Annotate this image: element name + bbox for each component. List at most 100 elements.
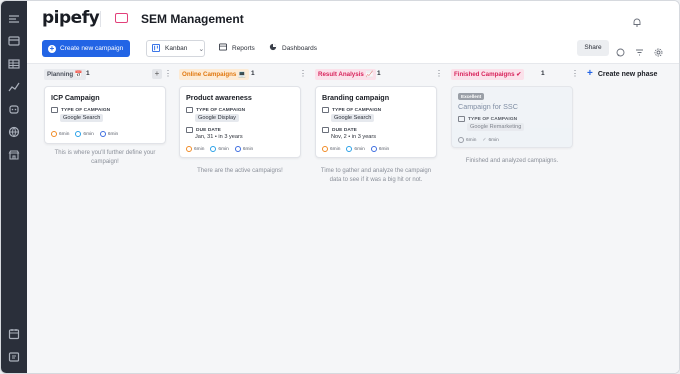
chart-icon[interactable] bbox=[8, 81, 20, 93]
card-branding-campaign[interactable]: Branding campaign TYPE OF CAMPAIGN Googl… bbox=[315, 86, 437, 158]
phase-description: There are the active campaigns! bbox=[197, 168, 283, 174]
more-vertical-icon[interactable]: ⋮ bbox=[299, 69, 307, 78]
clock-icon bbox=[458, 137, 464, 143]
plus-icon: + bbox=[48, 43, 56, 53]
clock-icon bbox=[75, 131, 82, 137]
card-campaign-for-ssc[interactable]: Excellent Campaign for SSC TYPE OF CAMPA… bbox=[451, 86, 573, 148]
phase-name[interactable]: Online Campaigns 💻 bbox=[179, 69, 249, 80]
store-icon[interactable] bbox=[8, 149, 20, 161]
kanban-icon bbox=[152, 43, 160, 54]
kanban-board: Planning 📅 1 + ⋮ ICP Campaign TYPE OF CA… bbox=[27, 63, 679, 373]
chat-icon[interactable] bbox=[616, 44, 625, 57]
calendar-icon bbox=[186, 127, 193, 133]
card-icp-campaign[interactable]: ICP Campaign TYPE OF CAMPAIGN Google Sea… bbox=[44, 86, 166, 144]
phase-count: 1 bbox=[251, 70, 255, 77]
timer: 6min bbox=[346, 146, 365, 152]
card-timers: 6min 6min 6min bbox=[51, 131, 118, 137]
clock-icon bbox=[234, 146, 241, 152]
table-icon[interactable] bbox=[8, 58, 20, 70]
plus-icon: + bbox=[587, 68, 593, 79]
menu-icon[interactable] bbox=[8, 13, 20, 25]
card-product-awareness[interactable]: Product awareness TYPE OF CAMPAIGN Googl… bbox=[179, 86, 301, 158]
pipe-icon bbox=[115, 13, 128, 23]
timer: 6min bbox=[75, 131, 94, 137]
settings-gear-icon[interactable] bbox=[654, 44, 663, 57]
globe-icon[interactable] bbox=[8, 126, 20, 138]
share-button[interactable]: Share bbox=[577, 40, 609, 56]
timer: 6min bbox=[322, 146, 340, 152]
phase-count: 1 bbox=[377, 70, 381, 77]
field-icon bbox=[186, 107, 193, 113]
phase-header: Planning 📅 1 + ⋮ bbox=[44, 68, 172, 82]
view-selector-label: Kanban bbox=[165, 45, 188, 52]
card-timers: 6min ✓ 6min bbox=[458, 137, 499, 143]
main-area: pipefy SEM Management + Create new campa… bbox=[27, 1, 679, 373]
phase-description: This is where you'll further define your… bbox=[54, 150, 156, 165]
dashboards-label: Dashboards bbox=[282, 44, 318, 52]
field-icon bbox=[51, 107, 58, 113]
field-chip: Google Search bbox=[60, 114, 104, 122]
clock-icon bbox=[322, 146, 328, 152]
phase-count: 1 bbox=[541, 70, 545, 77]
timer: 6min bbox=[210, 146, 229, 152]
more-vertical-icon[interactable]: ⋮ bbox=[435, 69, 443, 78]
pipefy-logo[interactable]: pipefy bbox=[42, 8, 100, 28]
card-title: Branding campaign bbox=[322, 93, 390, 102]
phase-name[interactable]: Result Analysis 📈 bbox=[315, 69, 377, 80]
phase-name[interactable]: Finished Campaigns ✔ bbox=[451, 69, 525, 80]
phase-header: Online Campaigns 💻 1 ⋮ bbox=[179, 68, 307, 82]
bell-icon[interactable] bbox=[632, 14, 642, 27]
status-badge: Excellent bbox=[458, 93, 485, 100]
field-chip: Google Search bbox=[331, 114, 375, 122]
timer: 6min bbox=[99, 131, 118, 137]
card-timers: 6min 6min 6min bbox=[186, 146, 253, 152]
calendar-icon[interactable] bbox=[8, 328, 20, 340]
help-icon[interactable] bbox=[8, 351, 20, 363]
due-date-label: DUE DATE bbox=[186, 127, 221, 133]
phase-count: 1 bbox=[86, 70, 90, 77]
divider bbox=[100, 11, 101, 27]
timer: ✓ 6min bbox=[482, 137, 499, 143]
page-title[interactable]: SEM Management bbox=[141, 12, 244, 26]
view-selector[interactable]: Kanban ⌄ bbox=[146, 40, 205, 57]
more-vertical-icon[interactable]: ⋮ bbox=[164, 69, 172, 78]
reports-link[interactable]: Reports bbox=[219, 43, 255, 53]
create-new-phase-button[interactable]: + Create new phase bbox=[587, 68, 658, 79]
filter-icon[interactable] bbox=[635, 44, 644, 56]
dashboards-link[interactable]: Dashboards bbox=[269, 43, 317, 53]
dashboards-icon bbox=[269, 43, 277, 53]
timer: 6min bbox=[370, 146, 389, 152]
create-campaign-button[interactable]: + Create new campaign bbox=[42, 40, 130, 57]
reports-icon bbox=[219, 43, 227, 53]
phase-description: Time to gather and analyze the campaign … bbox=[320, 168, 432, 183]
phase-finished-campaigns: Finished Campaigns ✔ 1 ⋮ Excellent Campa… bbox=[451, 64, 579, 373]
inbox-icon[interactable] bbox=[8, 35, 20, 47]
card-title: ICP Campaign bbox=[51, 93, 100, 102]
phase-header: Finished Campaigns ✔ 1 ⋮ bbox=[451, 68, 579, 82]
clock-icon bbox=[186, 146, 192, 152]
field-icon bbox=[322, 107, 329, 113]
header: pipefy SEM Management bbox=[27, 1, 679, 37]
phase-planning: Planning 📅 1 + ⋮ ICP Campaign TYPE OF CA… bbox=[44, 64, 172, 373]
create-new-phase-label: Create new phase bbox=[597, 70, 658, 78]
add-card-button[interactable]: + bbox=[152, 69, 162, 79]
timer: 6min bbox=[234, 146, 253, 152]
reports-label: Reports bbox=[232, 44, 255, 52]
card-title: Campaign for SSC bbox=[458, 102, 518, 111]
phase-online-campaigns: Online Campaigns 💻 1 ⋮ Product awareness… bbox=[179, 64, 307, 373]
due-date-value: Nov, 2 • in 3 years bbox=[331, 134, 377, 140]
phase-name[interactable]: Planning 📅 bbox=[44, 69, 86, 80]
clock-icon bbox=[370, 146, 377, 152]
more-vertical-icon[interactable]: ⋮ bbox=[571, 69, 579, 78]
field-label: TYPE OF CAMPAIGN bbox=[322, 107, 381, 113]
clock-icon bbox=[210, 146, 217, 152]
field-label: TYPE OF CAMPAIGN bbox=[186, 107, 245, 113]
calendar-icon bbox=[322, 127, 329, 133]
check-icon: ✓ bbox=[482, 137, 487, 143]
card-title: Product awareness bbox=[186, 93, 252, 102]
bot-icon[interactable] bbox=[8, 103, 20, 115]
phase-result-analysis: Result Analysis 📈 1 ⋮ Branding campaign … bbox=[315, 64, 443, 373]
app-window: pipefy SEM Management + Create new campa… bbox=[0, 0, 680, 374]
card-timers: 6min 6min 6min bbox=[322, 146, 389, 152]
phase-description: Finished and analyzed campaigns. bbox=[465, 158, 559, 164]
